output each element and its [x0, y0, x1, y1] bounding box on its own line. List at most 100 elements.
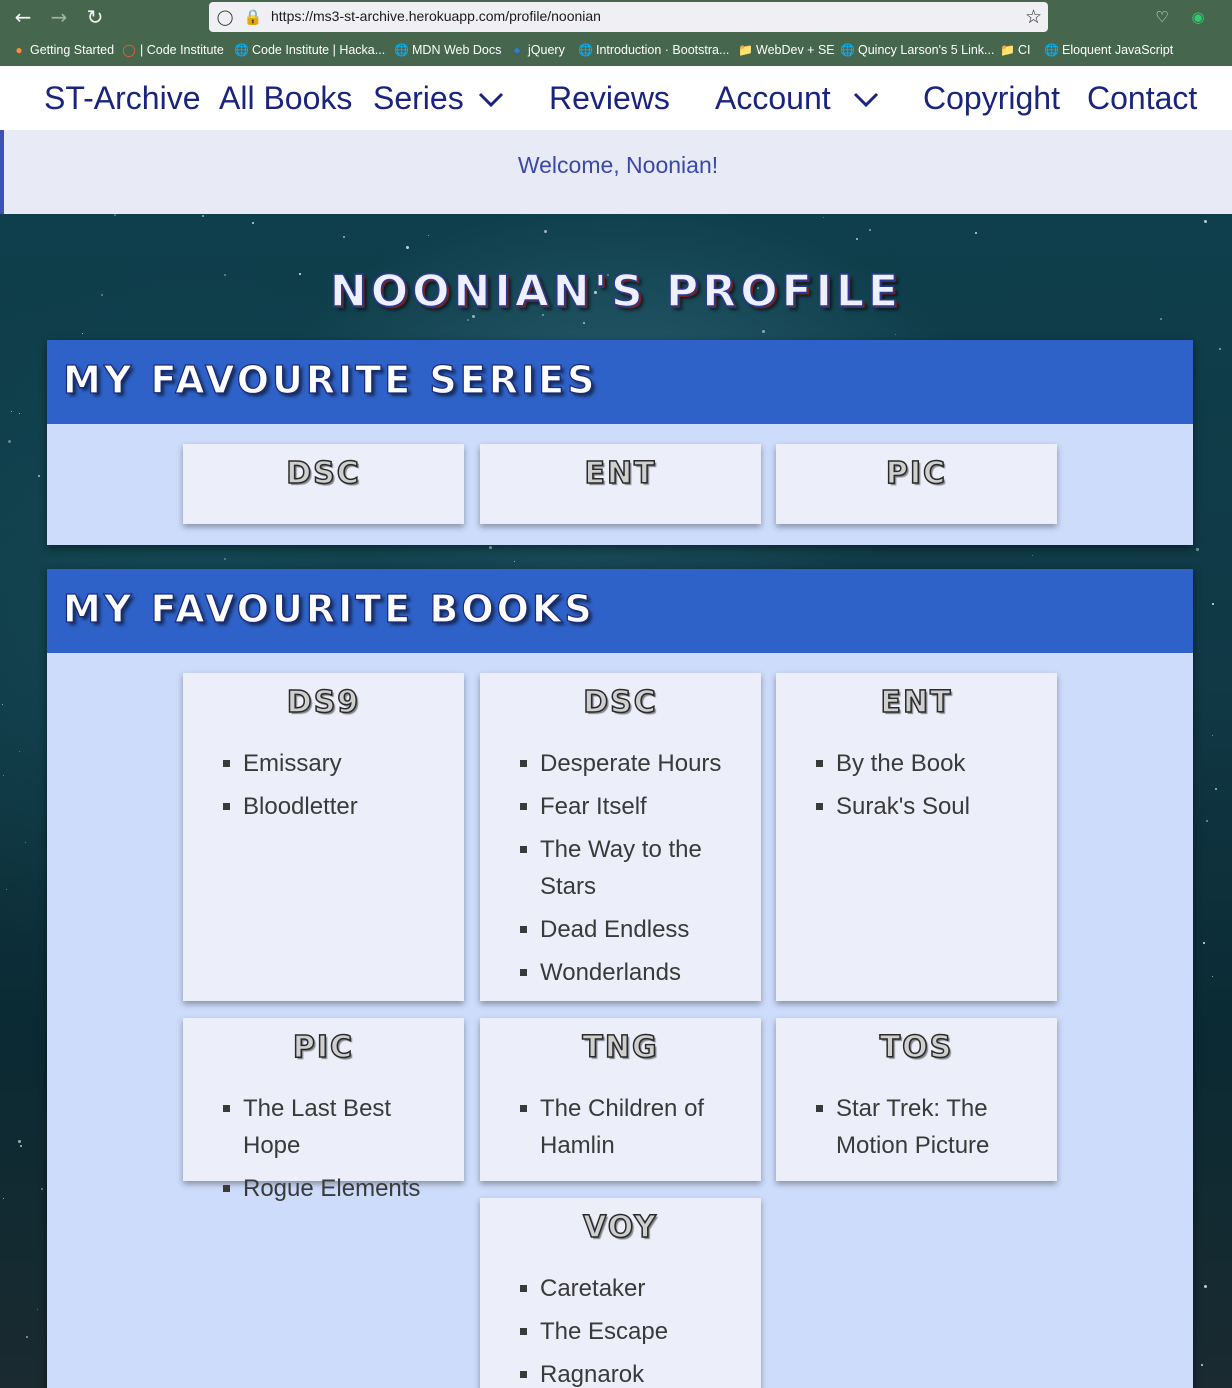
- star-dot: [19, 751, 20, 752]
- star-dot: [1219, 348, 1221, 350]
- star-dot: [82, 333, 83, 334]
- star-dot: [762, 330, 765, 333]
- chevron-down-icon[interactable]: [851, 84, 881, 114]
- star-dot: [1201, 1364, 1203, 1366]
- bookmark-item[interactable]: 📁 CI: [1000, 43, 1031, 57]
- bookmark-star-icon[interactable]: ☆: [1025, 6, 1042, 28]
- nav-reviews[interactable]: Reviews: [549, 80, 670, 117]
- book-item: Fear Itself: [520, 788, 750, 825]
- book-item: Wonderlands: [520, 954, 750, 991]
- extension-shield-icon[interactable]: ◉: [1187, 6, 1209, 28]
- star-dot: [41, 1188, 43, 1190]
- nav-account-dropdown[interactable]: Account: [715, 80, 831, 117]
- star-dot: [1032, 555, 1033, 556]
- star-dot: [823, 217, 824, 218]
- bookmark-item[interactable]: 🌐 Introduction · Bootstra...: [578, 43, 729, 57]
- back-arrow-icon[interactable]: ←: [10, 4, 36, 30]
- bookmark-item[interactable]: ● Getting Started: [12, 43, 114, 57]
- book-list: The Children of Hamlin: [520, 1090, 750, 1170]
- book-list: The Last Best Hope Rogue Elements: [223, 1090, 453, 1213]
- forward-arrow-icon[interactable]: →: [46, 4, 72, 30]
- book-item: Dead Endless: [520, 911, 750, 948]
- star-dot: [583, 322, 585, 324]
- reload-icon[interactable]: ↻: [82, 4, 108, 30]
- section-header: My Favourite Books: [47, 569, 1193, 653]
- url-text[interactable]: https://ms3-st-archive.herokuapp.com/pro…: [271, 8, 601, 24]
- code-institute-icon: ◯: [122, 43, 136, 57]
- bookmark-item[interactable]: 🌐 Eloquent JavaScript: [1044, 43, 1173, 57]
- globe-icon: 🌐: [840, 43, 855, 57]
- section-title: My Favourite Books: [62, 586, 595, 631]
- nav-series-dropdown[interactable]: Series: [373, 80, 464, 117]
- series-name: DSC: [582, 684, 658, 721]
- globe-icon: 🌐: [1044, 43, 1059, 57]
- globe-icon: 🌐: [394, 43, 409, 57]
- bookmark-item[interactable]: 🌐 MDN Web Docs: [394, 43, 501, 57]
- star-dot: [25, 842, 26, 843]
- book-item: Rogue Elements: [223, 1170, 453, 1207]
- book-series-card: ENT By the Book Surak's Soul: [776, 673, 1057, 1001]
- star-dot: [8, 440, 11, 443]
- series-card: PIC: [776, 444, 1057, 524]
- book-list: Emissary Bloodletter: [223, 745, 453, 831]
- series-name: PIC: [292, 1029, 355, 1066]
- book-item: The Escape: [520, 1313, 750, 1350]
- series-card: DSC: [183, 444, 464, 524]
- series-card: ENT: [480, 444, 761, 524]
- page-title: Noonian's Profile: [329, 265, 903, 318]
- star-dot: [2, 704, 3, 705]
- star-dot: [224, 558, 226, 560]
- bookmark-item[interactable]: 📁 WebDev + SE: [738, 43, 835, 57]
- book-item: Ragnarok: [520, 1356, 750, 1388]
- star-dot: [37, 1309, 38, 1310]
- favourite-books-section: My Favourite Books DS9 Emissary Bloodlet…: [47, 569, 1193, 1388]
- book-list: Desperate Hours Fear Itself The Way to t…: [520, 745, 750, 997]
- bookmark-item[interactable]: ● jQuery: [510, 43, 564, 57]
- bookmark-label: Getting Started: [30, 43, 115, 57]
- section-title: My Favourite Series: [62, 357, 598, 402]
- star-dot: [406, 246, 409, 249]
- bookmark-item[interactable]: 🌐 Quincy Larson's 5 Link...: [840, 43, 994, 57]
- nav-all-books[interactable]: All Books: [219, 80, 352, 117]
- book-item: The Children of Hamlin: [520, 1090, 750, 1164]
- site-navbar: ST-Archive All Books Series Reviews Acco…: [0, 66, 1232, 130]
- star-dot: [202, 215, 204, 217]
- bookmark-label: Introduction · Bootstra...: [596, 43, 730, 57]
- series-name: TOS: [879, 1029, 954, 1066]
- star-dot: [1203, 942, 1205, 944]
- star-dot: [1196, 548, 1199, 551]
- bookmark-item[interactable]: ◯ | Code Institute: [122, 43, 224, 57]
- favourite-series-section: My Favourite Series DSC ENT PIC: [47, 340, 1193, 545]
- book-item: Emissary: [223, 745, 453, 782]
- star-dot: [869, 229, 871, 231]
- main-content: Noonian's Profile My Favourite Series DS…: [0, 214, 1232, 1388]
- book-series-card: DSC Desperate Hours Fear Itself The Way …: [480, 673, 761, 1001]
- lock-icon[interactable]: 🔒: [243, 7, 263, 27]
- bookmark-item[interactable]: 🌐 Code Institute | Hacka...: [234, 43, 385, 57]
- star-dot: [18, 1140, 21, 1143]
- star-dot: [1212, 603, 1214, 605]
- star-dot: [514, 561, 515, 562]
- nav-copyright[interactable]: Copyright: [923, 80, 1060, 117]
- section-header: My Favourite Series: [47, 340, 1193, 424]
- book-item: Star Trek: The Motion Picture: [816, 1090, 1046, 1164]
- star-dot: [1160, 318, 1162, 320]
- pocket-icon[interactable]: ♡: [1151, 6, 1173, 28]
- book-item: The Way to the Stars: [520, 831, 750, 905]
- shield-icon[interactable]: ◯: [215, 7, 235, 27]
- globe-icon: 🌐: [578, 43, 593, 57]
- address-bar[interactable]: ◯ 🔒 https://ms3-st-archive.herokuapp.com…: [209, 2, 1048, 32]
- star-dot: [895, 334, 896, 335]
- bookmark-label: | Code Institute: [140, 43, 224, 57]
- nav-contact[interactable]: Contact: [1087, 80, 1197, 117]
- star-dot: [544, 230, 547, 233]
- star-dot: [11, 411, 12, 412]
- chevron-down-icon[interactable]: [476, 84, 506, 114]
- series-name: TNG: [582, 1029, 659, 1066]
- bookmark-label: Code Institute | Hacka...: [252, 43, 386, 57]
- browser-toolbar: ← → ↻ ◯ 🔒 https://ms3-st-archive.herokua…: [0, 0, 1232, 66]
- brand-link[interactable]: ST-Archive: [44, 80, 200, 117]
- book-series-card: VOY Caretaker The Escape Ragnarok: [480, 1198, 761, 1388]
- star-dot: [1215, 788, 1217, 790]
- series-name: ENT: [584, 455, 657, 492]
